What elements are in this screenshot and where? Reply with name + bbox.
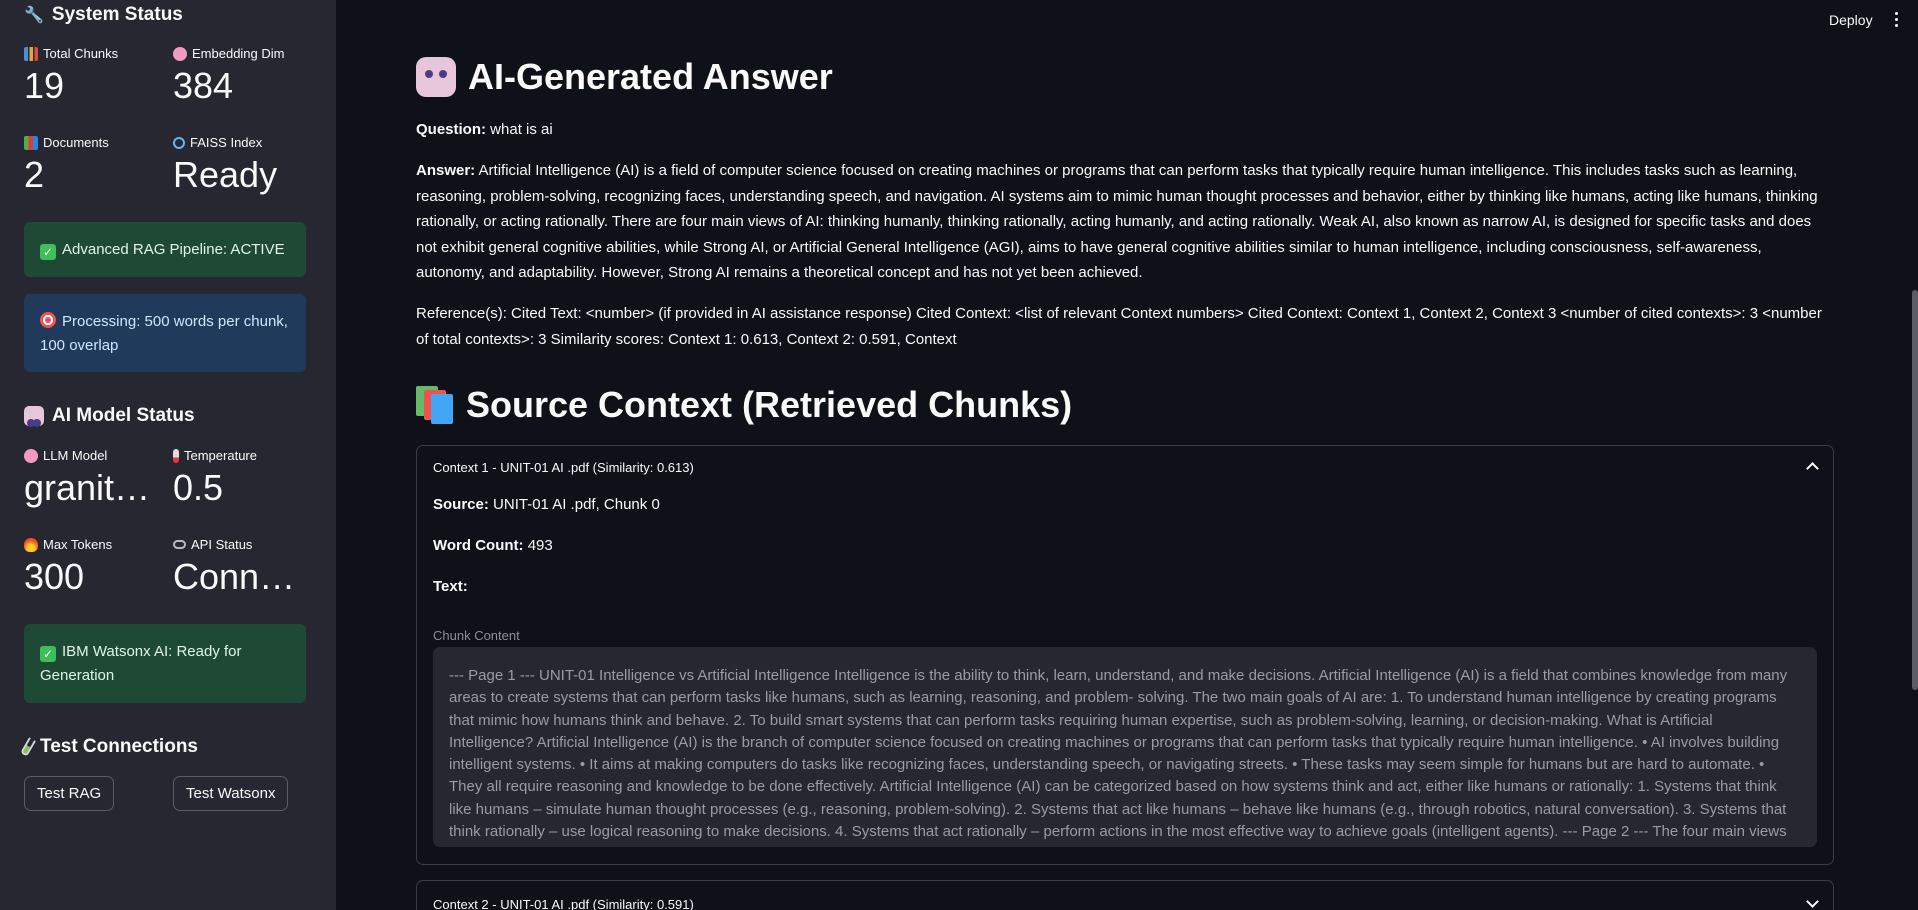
question-line: Question: what is ai [416,121,553,138]
test-watsonx-button[interactable]: Test Watsonx [173,776,289,811]
chevron-down-icon[interactable] [1806,895,1819,908]
link-icon [173,540,186,549]
watsonx-status-alert: ✓ IBM Watsonx AI: Ready for Generation [24,624,306,703]
word-count-field: Word Count: 493 [433,537,553,554]
source-context-heading: Source Context (Retrieved Chunks) [416,384,1072,426]
books-icon [24,135,38,150]
references-text: Reference(s): Cited Text: <number> (if p… [416,305,1822,348]
target-icon [40,312,56,328]
context-1-expander: Context 1 - UNIT-01 AI .pdf (Similarity:… [416,445,1834,865]
system-status-heading: 🔧 System Status [24,4,183,25]
thermometer-icon [173,448,179,463]
main-menu-icon[interactable] [1895,12,1899,30]
metric-temperature: Temperature 0.5 [173,448,257,508]
bar-chart-icon [24,46,38,61]
checkmark-icon: ✓ [40,646,56,662]
metric-faiss-index: FAISS Index Ready [173,135,278,195]
metric-max-tokens: Max Tokens 300 [24,537,113,597]
fire-icon [24,537,38,552]
robot-icon [416,57,456,97]
chunk-content-textarea[interactable]: --- Page 1 --- UNIT-01 Intelligence vs A… [433,647,1817,847]
deploy-button[interactable]: Deploy [1829,12,1873,28]
pipeline-status-alert: ✓ Advanced RAG Pipeline: ACTIVE [24,222,306,277]
text-label: Text: [433,578,468,595]
books-icon [416,386,454,424]
test-tube-icon [20,737,36,757]
chevron-up-icon[interactable] [1806,462,1819,475]
wrench-icon: 🔧 [24,7,44,24]
context-2-header[interactable]: Context 2 - UNIT-01 AI .pdf (Similarity:… [417,881,1833,910]
magnifier-icon [173,136,185,149]
processing-info-alert: Processing: 500 words per chunk, 100 ove… [24,294,306,372]
metric-api-status: API Status Conne… [173,537,313,597]
robot-icon [24,406,44,427]
chunk-content-label: Chunk Content [433,628,520,643]
metric-documents: Documents 2 [24,135,109,195]
metric-total-chunks: Total Chunks 19 [24,46,119,106]
scrollbar[interactable] [1912,290,1918,690]
test-connections-heading: Test Connections [20,736,198,758]
brain-icon [173,46,187,61]
answer-text: Answer: Artificial Intelligence (AI) is … [416,162,1818,282]
test-rag-button[interactable]: Test RAG [24,776,115,811]
brain-icon [24,448,38,463]
metric-llm-model: LLM Model granit… [24,448,151,508]
sidebar: 🔧 System Status Total Chunks 19 Embeddin… [0,0,336,910]
context-2-expander[interactable]: Context 2 - UNIT-01 AI .pdf (Similarity:… [416,880,1834,910]
metric-embedding-dim: Embedding Dim 384 [173,46,285,106]
source-field: Source: UNIT-01 AI .pdf, Chunk 0 [433,496,660,513]
answer-heading: AI-Generated Answer [416,56,833,98]
context-1-header[interactable]: Context 1 - UNIT-01 AI .pdf (Similarity:… [417,446,1833,475]
ai-model-status-heading: AI Model Status [24,405,195,427]
checkmark-icon: ✓ [40,244,56,260]
